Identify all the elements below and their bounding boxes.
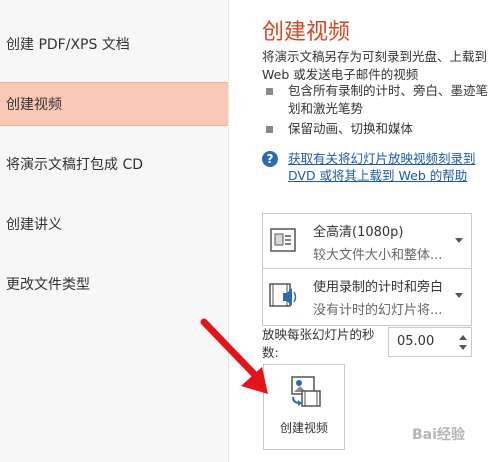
bullet-text: 保留动画、切换和媒体 (288, 121, 414, 136)
create-video-icon (291, 376, 321, 407)
narration-speaker-icon (269, 283, 297, 307)
dropdown-selected-value: 使用录制的计时和旁白 (313, 280, 444, 295)
nav-item-label: 将演示文稿打包成 CD (6, 157, 144, 173)
video-quality-dropdown[interactable]: 全高清(1080p) 较大文件大小和整体... (262, 213, 472, 271)
nav-item-label: 创建 PDF/XPS 文档 (6, 37, 130, 53)
seconds-stepper[interactable]: 05.00 (388, 327, 472, 357)
chevron-down-icon (455, 293, 463, 298)
create-video-button[interactable]: 创建视频 (263, 364, 345, 450)
dropdown-subtext: 没有计时的幻灯片将... (313, 303, 443, 318)
spin-up-icon[interactable] (459, 335, 467, 340)
watermark-logo: Bai经验 (412, 427, 465, 443)
help-link[interactable]: 获取有关将幻灯片放映视频刻录到 DVD 或将其上载到 Web 的帮助 (288, 150, 488, 184)
nav-item-label: 创建讲义 (6, 217, 62, 233)
page-title: 创建视频 (262, 20, 351, 45)
bullet-marker (266, 88, 273, 95)
nav-item-create-video[interactable]: 创建视频 (0, 82, 228, 126)
spin-down-icon[interactable] (459, 345, 467, 350)
video-quality-icon (270, 228, 296, 252)
seconds-value[interactable]: 05.00 (397, 334, 434, 349)
nav-item-change-file-type[interactable]: 更改文件类型 (0, 262, 228, 306)
panel-divider (228, 0, 229, 462)
seconds-per-slide-label: 放映每张幻灯片的秒数: (262, 327, 375, 360)
dropdown-selected-value: 全高清(1080p) (313, 225, 404, 240)
nav-item-label: 创建视频 (6, 97, 62, 113)
timing-narration-dropdown[interactable]: 使用录制的计时和旁白 没有计时的幻灯片将... (262, 268, 472, 326)
nav-item-label: 更改文件类型 (6, 277, 90, 293)
bullet-marker (266, 126, 273, 133)
description-text: 将演示文稿另存为可刻录到光盘、上载到 Web 或发送电子邮件的视频 (262, 49, 488, 82)
nav-item-create-handouts[interactable]: 创建讲义 (0, 202, 228, 246)
left-nav: 创建 PDF/XPS 文档 创建视频 将演示文稿打包成 CD 创建讲义 更改文件… (0, 0, 228, 462)
create-video-button-label: 创建视频 (279, 421, 328, 435)
help-icon: ? (262, 151, 278, 167)
dropdown-subtext: 较大文件大小和整体... (313, 248, 443, 263)
bullet-text: 包含所有录制的计时、旁白、墨迹笔划和激光笔势 (288, 83, 489, 116)
chevron-down-icon (455, 238, 463, 243)
nav-item-create-pdf[interactable]: 创建 PDF/XPS 文档 (0, 22, 228, 66)
nav-item-package-cd[interactable]: 将演示文稿打包成 CD (0, 142, 228, 186)
